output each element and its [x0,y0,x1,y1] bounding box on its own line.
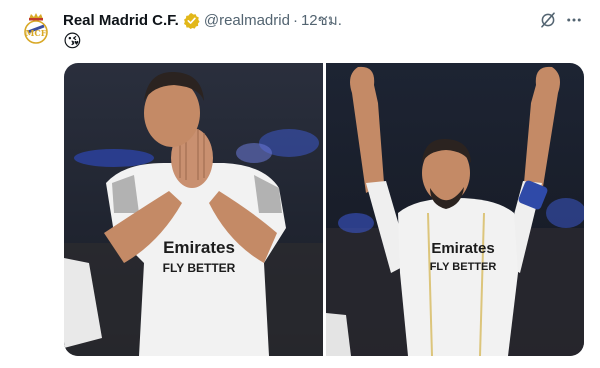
media-grid: Emirates FLY BETTER Emirates FLY BETTER [64,63,584,356]
tweet-text: 😘 [63,31,82,51]
more-options-icon[interactable] [563,9,585,31]
avatar[interactable]: MCF [20,12,52,46]
grok-icon[interactable] [537,9,559,31]
verified-badge-icon[interactable] [183,12,200,29]
tweet-header: Real Madrid C.F. @realmadrid · 12ชม. [63,10,342,30]
sponsor-text-1b: FLY BETTER [163,261,236,275]
sponsor-text-2b: FLY BETTER [429,261,496,273]
separator-dot: · [292,11,298,29]
svg-text:MCF: MCF [26,28,47,38]
author-name[interactable]: Real Madrid C.F. [63,12,179,29]
author-handle[interactable]: @realmadrid [204,12,290,29]
sponsor-text-2a: Emirates [431,240,494,257]
post-timestamp[interactable]: 12ชม. [301,8,342,32]
sponsor-text-1a: Emirates [163,238,235,257]
photo-2[interactable]: Emirates FLY BETTER [325,63,585,356]
photo-1[interactable]: Emirates FLY BETTER [64,63,323,356]
tweet[interactable]: MCF Real Madrid C.F. @realmadrid · 12ชม.… [0,0,600,368]
